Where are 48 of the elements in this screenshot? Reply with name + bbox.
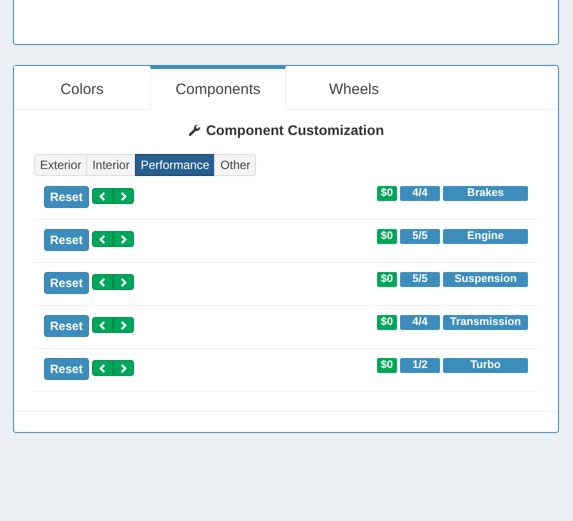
reset-button[interactable]: Reset xyxy=(44,186,89,208)
reset-button[interactable]: Reset xyxy=(44,229,89,251)
count-badge: 5/5 xyxy=(400,229,440,244)
price-badge: $0 xyxy=(376,272,397,287)
next-button[interactable] xyxy=(112,360,134,376)
category-tab[interactable]: Other xyxy=(214,154,256,176)
category-tab[interactable]: Performance xyxy=(134,154,216,176)
chevron-right-icon xyxy=(118,320,128,330)
previous-button[interactable] xyxy=(92,360,113,376)
component-name-badge: Transmission xyxy=(443,315,528,330)
price-badge: $0 xyxy=(376,315,397,330)
chevron-left-icon xyxy=(98,364,107,372)
price-badge: $0 xyxy=(376,358,397,373)
next-button[interactable] xyxy=(112,317,134,333)
next-button[interactable] xyxy=(112,231,134,247)
count-badge: 4/4 xyxy=(400,186,440,201)
reset-button[interactable]: Reset xyxy=(44,358,89,380)
previous-button[interactable] xyxy=(92,231,113,247)
component-name-badge: Brakes xyxy=(443,186,528,201)
chevron-right-icon xyxy=(118,364,128,372)
wrench-icon xyxy=(188,124,201,136)
previous-button[interactable] xyxy=(92,188,113,204)
chevron-left-icon xyxy=(98,234,107,244)
previous-button[interactable] xyxy=(92,317,113,333)
category-tab[interactable]: Exterior xyxy=(34,154,88,176)
previous-button[interactable] xyxy=(92,274,113,290)
count-badge: 1/2 xyxy=(400,358,440,373)
section-title: Component Customization xyxy=(206,122,384,138)
component-name-badge: Turbo xyxy=(443,358,528,373)
next-button[interactable] xyxy=(112,188,134,204)
component-name-badge: Engine xyxy=(443,229,528,244)
chevron-right-icon xyxy=(118,192,128,200)
tab[interactable]: Components xyxy=(150,66,286,110)
chevron-right-icon xyxy=(118,278,128,286)
chevron-left-icon xyxy=(98,278,107,286)
next-button[interactable] xyxy=(112,274,134,290)
chevron-left-icon xyxy=(98,320,107,330)
reset-button[interactable]: Reset xyxy=(44,272,89,294)
component-name-badge: Suspension xyxy=(443,272,528,287)
tab[interactable]: Colors xyxy=(14,66,150,110)
category-tab[interactable]: Interior xyxy=(86,154,136,176)
price-badge: $0 xyxy=(376,186,397,201)
count-badge: 4/4 xyxy=(400,315,440,330)
chevron-left-icon xyxy=(98,192,107,200)
chevron-right-icon xyxy=(118,234,128,244)
reset-button[interactable]: Reset xyxy=(44,315,89,337)
price-badge: $0 xyxy=(376,229,397,244)
count-badge: 5/5 xyxy=(400,272,440,287)
